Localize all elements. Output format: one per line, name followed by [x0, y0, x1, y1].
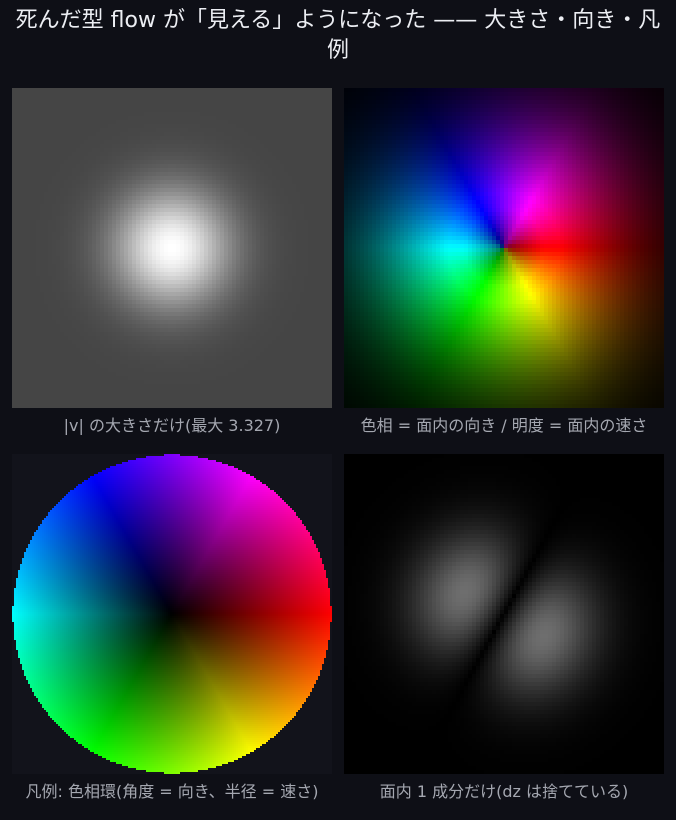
magnitude-caption: |v| の大きさだけ(最大 3.327): [63, 416, 281, 435]
single-component-panel: 面内 1 成分だけ(dz は捨てている): [344, 454, 664, 802]
legend-image-frame: [12, 454, 332, 774]
single-component-image-frame: [344, 454, 664, 774]
single-component-caption: 面内 1 成分だけ(dz は捨てている): [379, 782, 629, 801]
hsv-flow-panel: 色相 = 面内の向き / 明度 = 面内の速さ: [344, 88, 664, 436]
hue-wheel-legend-image: [12, 454, 332, 774]
magnitude-panel: |v| の大きさだけ(最大 3.327): [12, 88, 332, 436]
legend-caption: 凡例: 色相環(角度 = 向き、半径 = 速さ): [25, 782, 319, 801]
page-title: 死んだ型 flow が「見える」ようになった —— 大きさ・向き・凡例: [15, 8, 661, 63]
magnitude-image-frame: [12, 88, 332, 408]
hsv-flow-image: [344, 88, 664, 408]
legend-panel: 凡例: 色相環(角度 = 向き、半径 = 速さ): [12, 454, 332, 802]
hsv-flow-caption: 色相 = 面内の向き / 明度 = 面内の速さ: [360, 416, 648, 435]
single-component-image: [344, 454, 664, 774]
flow-visualization-page: 死んだ型 flow が「見える」ようになった —— 大きさ・向き・凡例 |v| …: [0, 0, 676, 820]
magnitude-image: [12, 88, 332, 408]
hsv-flow-image-frame: [344, 88, 664, 408]
